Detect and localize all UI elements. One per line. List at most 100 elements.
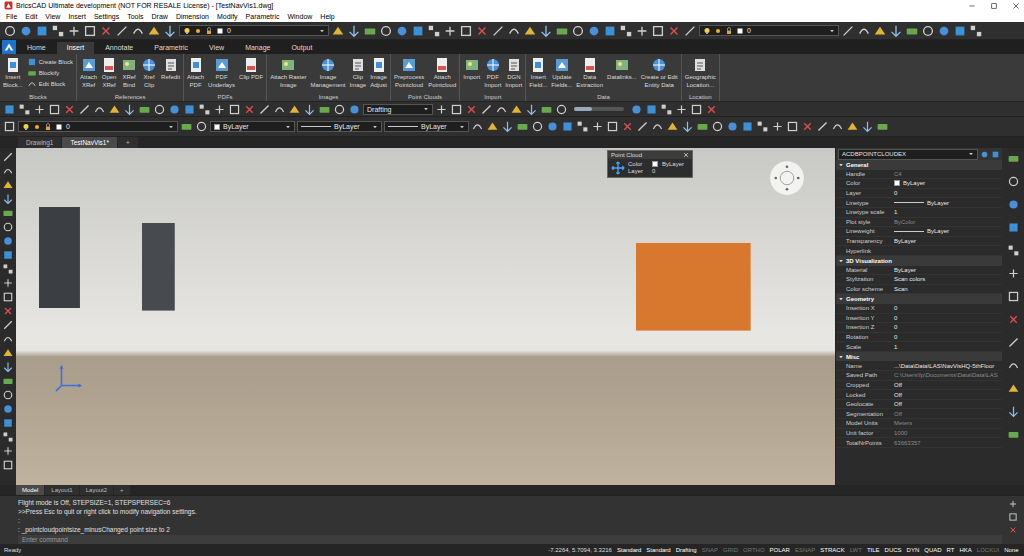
sun-icon[interactable] <box>33 123 41 131</box>
tool-icon[interactable] <box>108 103 121 116</box>
tool-icon[interactable] <box>861 120 874 133</box>
tool-icon[interactable] <box>3 24 17 38</box>
tool-icon[interactable] <box>2 207 14 219</box>
document-tab[interactable]: Drawing1 <box>18 137 61 148</box>
sun-icon[interactable] <box>194 27 202 35</box>
tool-icon[interactable] <box>258 103 271 116</box>
bulb-icon[interactable] <box>183 27 191 35</box>
ribbon-button[interactable]: Import <box>463 57 480 81</box>
tool-icon[interactable] <box>2 431 14 443</box>
ribbon-button[interactable]: ImageAdjust <box>370 57 387 88</box>
tool-icon[interactable] <box>2 459 14 471</box>
property-value[interactable]: 0 <box>894 305 1002 311</box>
tool-icon[interactable] <box>953 24 967 38</box>
tool-icon[interactable] <box>857 24 871 38</box>
popup-row[interactable]: ColorByLayer <box>628 161 689 167</box>
tool-icon[interactable] <box>2 375 14 387</box>
status-toggle[interactable]: DYN <box>905 547 921 553</box>
tool-icon[interactable] <box>465 103 478 116</box>
tool-icon[interactable] <box>348 103 361 116</box>
tool-icon[interactable] <box>318 103 331 116</box>
tool-icon[interactable] <box>831 120 844 133</box>
layer-dropdown[interactable]: 0 <box>18 121 178 132</box>
property-row[interactable]: Insertion X0 <box>836 304 1002 314</box>
tool-icon[interactable] <box>243 103 256 116</box>
tool-icon[interactable] <box>123 103 136 116</box>
point-cloud-viewport[interactable]: Point CloudColorByLayerLayer0 <box>16 148 835 485</box>
tool-icon[interactable] <box>846 120 859 133</box>
minimize-icon[interactable] <box>968 2 976 10</box>
ribbon-button[interactable]: Refedit <box>161 57 180 81</box>
quick-select-icon[interactable] <box>991 150 1000 159</box>
tool-icon[interactable] <box>876 120 889 133</box>
property-row[interactable]: LineweightByLayer <box>836 227 1002 237</box>
tool-icon[interactable] <box>667 24 681 38</box>
status-toggle[interactable]: HKA <box>958 547 973 553</box>
tool-icon[interactable] <box>681 120 694 133</box>
ribbon-button[interactable]: ClipImage <box>350 57 367 88</box>
tool-icon[interactable] <box>711 120 724 133</box>
tool-icon[interactable] <box>288 103 301 116</box>
panel-icon[interactable] <box>1007 336 1020 349</box>
tool-icon[interactable] <box>921 24 935 38</box>
tool-icon[interactable] <box>163 24 177 38</box>
tool-icon[interactable] <box>937 24 951 38</box>
select-objects-icon[interactable] <box>980 150 989 159</box>
chevron-icon[interactable] <box>838 296 844 302</box>
panel-icon[interactable] <box>1007 221 1020 234</box>
property-value[interactable]: Off <box>894 382 1002 388</box>
status-toggle[interactable]: Standard <box>615 547 642 553</box>
menu-item[interactable]: Tools <box>127 13 143 20</box>
ribbon-button[interactable]: DGNImport <box>505 57 522 88</box>
tool-icon[interactable] <box>1008 512 1018 522</box>
ribbon-button[interactable]: Attach RasterImage <box>270 57 306 88</box>
ribbon-button[interactable]: AttachXRef <box>80 57 97 88</box>
status-toggle[interactable]: LOCKUI <box>975 547 1000 553</box>
panel-icon[interactable] <box>1007 405 1020 418</box>
tool-icon[interactable] <box>2 417 14 429</box>
document-tab[interactable]: TestNavVis1* <box>62 137 117 148</box>
ribbon-tab[interactable]: Output <box>281 42 322 54</box>
tool-icon[interactable] <box>651 120 664 133</box>
caret-icon[interactable] <box>319 28 325 34</box>
tool-icon[interactable] <box>333 103 346 116</box>
property-value[interactable]: Scan <box>894 286 1002 292</box>
panel-icon[interactable] <box>1007 290 1020 303</box>
menu-item[interactable]: Dimension <box>176 13 209 20</box>
property-row[interactable]: Insertion Z0 <box>836 323 1002 333</box>
tool-icon[interactable] <box>741 120 754 133</box>
tool-icon[interactable] <box>395 24 409 38</box>
ribbon-button[interactable]: PreprocessPointcloud <box>394 57 424 88</box>
tool-icon[interactable] <box>675 103 688 116</box>
property-value[interactable]: Off <box>894 401 1002 407</box>
tool-icon[interactable] <box>93 103 106 116</box>
tool-icon[interactable] <box>635 24 649 38</box>
tool-icon[interactable] <box>51 24 65 38</box>
tool-icon[interactable] <box>841 24 855 38</box>
property-row[interactable]: Layer0 <box>836 189 1002 199</box>
ribbon-button[interactable]: InsertField... <box>529 57 547 88</box>
property-value[interactable]: 0 <box>894 190 1002 196</box>
tool-icon[interactable] <box>183 103 196 116</box>
bulb-icon[interactable] <box>22 123 30 131</box>
tool-icon[interactable] <box>147 24 161 38</box>
ribbon-button[interactable]: ImageManagement <box>310 57 345 88</box>
tool-icon[interactable] <box>2 151 14 163</box>
tool-icon[interactable] <box>48 103 61 116</box>
tool-icon[interactable] <box>19 24 33 38</box>
property-row[interactable]: MaterialByLayer <box>836 266 1002 276</box>
status-toggle[interactable]: ORTHO <box>742 547 767 553</box>
ribbon-button[interactable]: Datalinks... <box>607 57 637 81</box>
property-row[interactable]: SegmentationOff <box>836 409 1002 419</box>
properties-section[interactable]: 3D Visualization <box>836 256 1002 266</box>
tool-icon[interactable] <box>2 249 14 261</box>
tool-icon[interactable] <box>621 120 634 133</box>
property-row[interactable]: Unit factor1000 <box>836 429 1002 439</box>
property-value[interactable]: ...\Data\Data\LAS\NavVisHQ-5thFloor <box>894 363 1002 369</box>
tool-icon[interactable] <box>83 24 97 38</box>
property-row[interactable]: Rotation0 <box>836 333 1002 343</box>
tool-icon[interactable] <box>2 305 14 317</box>
ribbon-button[interactable]: Create Block <box>27 57 73 67</box>
tool-icon[interactable] <box>443 24 457 38</box>
tool-icon[interactable] <box>2 277 14 289</box>
